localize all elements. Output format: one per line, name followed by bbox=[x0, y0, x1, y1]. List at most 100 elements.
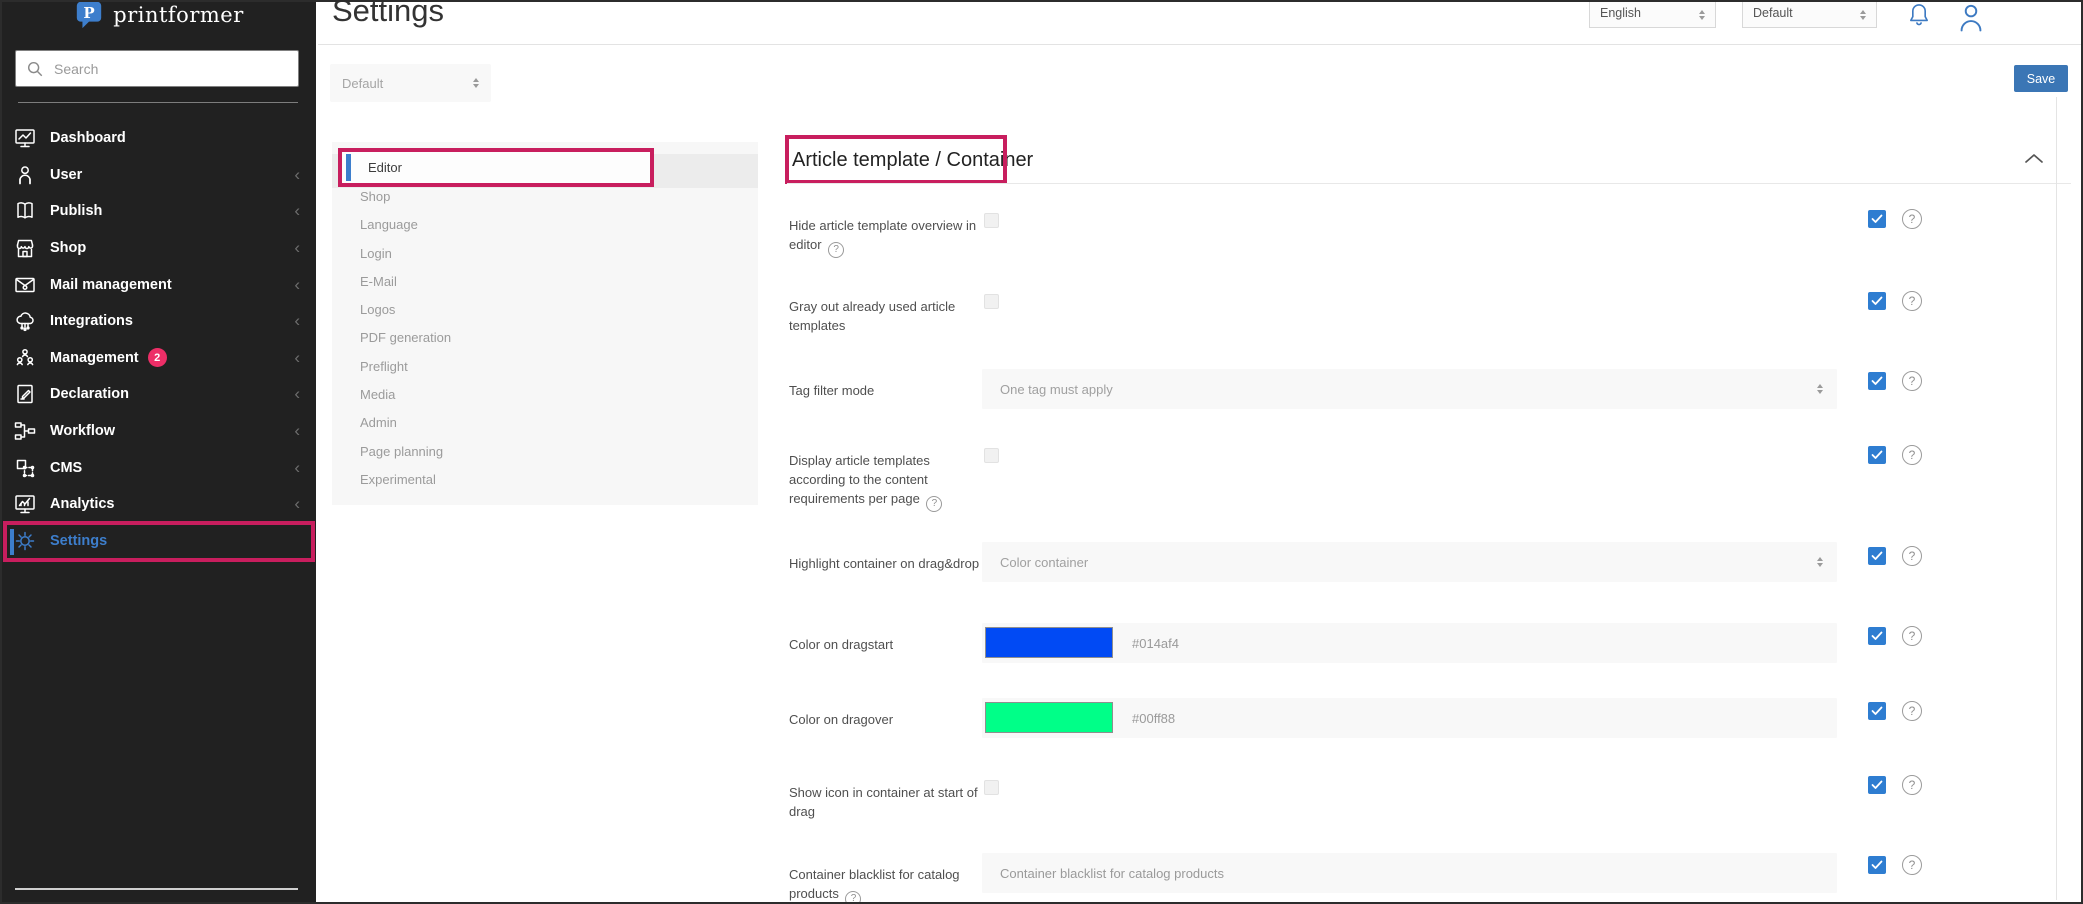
sidebar-item-dashboard[interactable]: Dashboard bbox=[2, 120, 316, 157]
subnav-item-language[interactable]: Language bbox=[332, 211, 758, 239]
help-icon[interactable]: ? bbox=[1902, 546, 1922, 566]
select-arrows-icon bbox=[1817, 557, 1823, 567]
setting-checkbox[interactable] bbox=[984, 780, 999, 795]
help-icon[interactable]: ? bbox=[828, 242, 844, 258]
setting-label: Show icon in container at start of drag bbox=[789, 783, 984, 821]
help-icon[interactable]: ? bbox=[845, 891, 861, 904]
search-input[interactable] bbox=[54, 61, 274, 77]
setting-label: Highlight container on drag&drop bbox=[789, 554, 984, 573]
scrollbar-track[interactable] bbox=[2056, 97, 2057, 900]
profile-button[interactable] bbox=[1954, 0, 1988, 41]
sidebar-item-label: Mail management bbox=[50, 277, 172, 293]
sidebar-item-analytics[interactable]: Analytics‹ bbox=[2, 486, 316, 523]
help-icon[interactable]: ? bbox=[1902, 855, 1922, 875]
subnav-item-admin[interactable]: Admin bbox=[332, 409, 758, 437]
sidebar-item-mail-management[interactable]: Mail management‹ bbox=[2, 266, 316, 303]
dashboard-icon bbox=[12, 125, 38, 151]
check-icon bbox=[1871, 214, 1883, 224]
notifications-button[interactable] bbox=[1905, 0, 1933, 37]
logo-text: printformer bbox=[113, 3, 244, 27]
subnav-item-e-mail[interactable]: E-Mail bbox=[332, 267, 758, 295]
subnav-item-page-planning[interactable]: Page planning bbox=[332, 437, 758, 465]
subnav-item-editor[interactable]: Editor bbox=[368, 160, 402, 175]
help-icon[interactable]: ? bbox=[1902, 626, 1922, 646]
sidebar-item-declaration[interactable]: Declaration‹ bbox=[2, 376, 316, 413]
help-icon[interactable]: ? bbox=[1902, 371, 1922, 391]
sidebar-item-user[interactable]: User‹ bbox=[2, 157, 316, 194]
subnav-item-logos[interactable]: Logos bbox=[332, 296, 758, 324]
check-icon bbox=[1871, 296, 1883, 306]
sidebar-item-publish[interactable]: Publish‹ bbox=[2, 193, 316, 230]
setting-enabled-checkbox[interactable] bbox=[1868, 446, 1886, 464]
setting-enabled-checkbox[interactable] bbox=[1868, 210, 1886, 228]
search-icon bbox=[26, 60, 44, 78]
setting-checkbox[interactable] bbox=[984, 213, 999, 228]
settings-subnav: ShopLanguageLoginE-MailLogosPDF generati… bbox=[332, 142, 758, 505]
save-button[interactable]: Save bbox=[2014, 65, 2068, 92]
help-icon[interactable]: ? bbox=[1902, 209, 1922, 229]
color-swatch[interactable] bbox=[985, 702, 1113, 733]
mail-icon bbox=[12, 272, 38, 298]
section-divider bbox=[787, 183, 2071, 184]
sidebar-item-label: Publish bbox=[50, 203, 102, 219]
sidebar-item-label: Dashboard bbox=[50, 130, 126, 146]
setting-checkbox[interactable] bbox=[984, 294, 999, 309]
account-scope-select[interactable]: Default bbox=[1742, 0, 1877, 28]
subnav-item-preflight[interactable]: Preflight bbox=[332, 352, 758, 380]
app-window: P printformer DashboardUser‹Publish‹Shop… bbox=[0, 0, 2083, 904]
shop-icon bbox=[12, 235, 38, 261]
subnav-item-media[interactable]: Media bbox=[332, 380, 758, 408]
help-icon[interactable]: ? bbox=[1902, 445, 1922, 465]
sidebar-item-settings[interactable]: Settings bbox=[2, 523, 316, 560]
user-avatar-icon bbox=[1954, 0, 1988, 36]
collapse-section-button[interactable] bbox=[2024, 151, 2044, 169]
sidebar-item-shop[interactable]: Shop ‹ bbox=[2, 230, 316, 267]
sidebar: P printformer DashboardUser‹Publish‹Shop… bbox=[2, 2, 316, 902]
help-icon[interactable]: ? bbox=[926, 496, 942, 512]
sidebar-item-label: Integrations bbox=[50, 313, 133, 329]
profile-select[interactable]: Default bbox=[330, 64, 491, 102]
header-divider bbox=[318, 44, 2081, 45]
sidebar-search bbox=[15, 50, 299, 87]
setting-label: Hide article template overview in editor… bbox=[789, 216, 984, 258]
sidebar-divider-top bbox=[18, 102, 298, 103]
help-icon[interactable]: ? bbox=[1902, 291, 1922, 311]
sidebar-item-management[interactable]: Management2‹ bbox=[2, 340, 316, 377]
chevron-left-icon: ‹ bbox=[294, 238, 300, 258]
sidebar-item-label: CMS bbox=[50, 460, 82, 476]
bell-icon bbox=[1905, 0, 1933, 32]
color-swatch[interactable] bbox=[985, 627, 1113, 658]
setting-checkbox[interactable] bbox=[984, 448, 999, 463]
sidebar-item-cms[interactable]: CMS‹ bbox=[2, 449, 316, 486]
select-arrows-icon bbox=[1699, 10, 1705, 20]
sidebar-nav: DashboardUser‹Publish‹Shop‹Mail manageme… bbox=[2, 120, 316, 559]
setting-enabled-checkbox[interactable] bbox=[1868, 856, 1886, 874]
user-icon bbox=[12, 162, 38, 188]
setting-enabled-checkbox[interactable] bbox=[1868, 372, 1886, 390]
color-hex-value: #014af4 bbox=[1132, 623, 1179, 663]
subnav-item-pdf-generation[interactable]: PDF generation bbox=[332, 324, 758, 352]
help-icon[interactable]: ? bbox=[1902, 701, 1922, 721]
logo[interactable]: P printformer bbox=[2, 0, 316, 32]
setting-select[interactable]: One tag must apply bbox=[982, 369, 1837, 409]
setting-enabled-checkbox[interactable] bbox=[1868, 627, 1886, 645]
color-field: #014af4 bbox=[982, 623, 1837, 663]
sidebar-item-integrations[interactable]: Integrations‹ bbox=[2, 303, 316, 340]
sidebar-item-label: Management bbox=[50, 350, 139, 366]
sidebar-item-label: Shop bbox=[50, 240, 86, 256]
subnav-item-experimental[interactable]: Experimental bbox=[332, 465, 758, 493]
setting-enabled-checkbox[interactable] bbox=[1868, 702, 1886, 720]
sidebar-item-workflow[interactable]: Workflow‹ bbox=[2, 413, 316, 450]
language-select[interactable]: English bbox=[1589, 0, 1716, 28]
setting-enabled-checkbox[interactable] bbox=[1868, 292, 1886, 310]
subnav-item-login[interactable]: Login bbox=[332, 239, 758, 267]
setting-select[interactable]: Color container bbox=[982, 542, 1837, 582]
setting-enabled-checkbox[interactable] bbox=[1868, 547, 1886, 565]
setting-enabled-checkbox[interactable] bbox=[1868, 776, 1886, 794]
active-item-indicator bbox=[10, 529, 14, 555]
chevron-left-icon: ‹ bbox=[294, 421, 300, 441]
setting-text-input[interactable] bbox=[982, 866, 1837, 881]
notification-badge: 2 bbox=[148, 348, 167, 367]
setting-label: Display article templates according to t… bbox=[789, 451, 984, 512]
help-icon[interactable]: ? bbox=[1902, 775, 1922, 795]
